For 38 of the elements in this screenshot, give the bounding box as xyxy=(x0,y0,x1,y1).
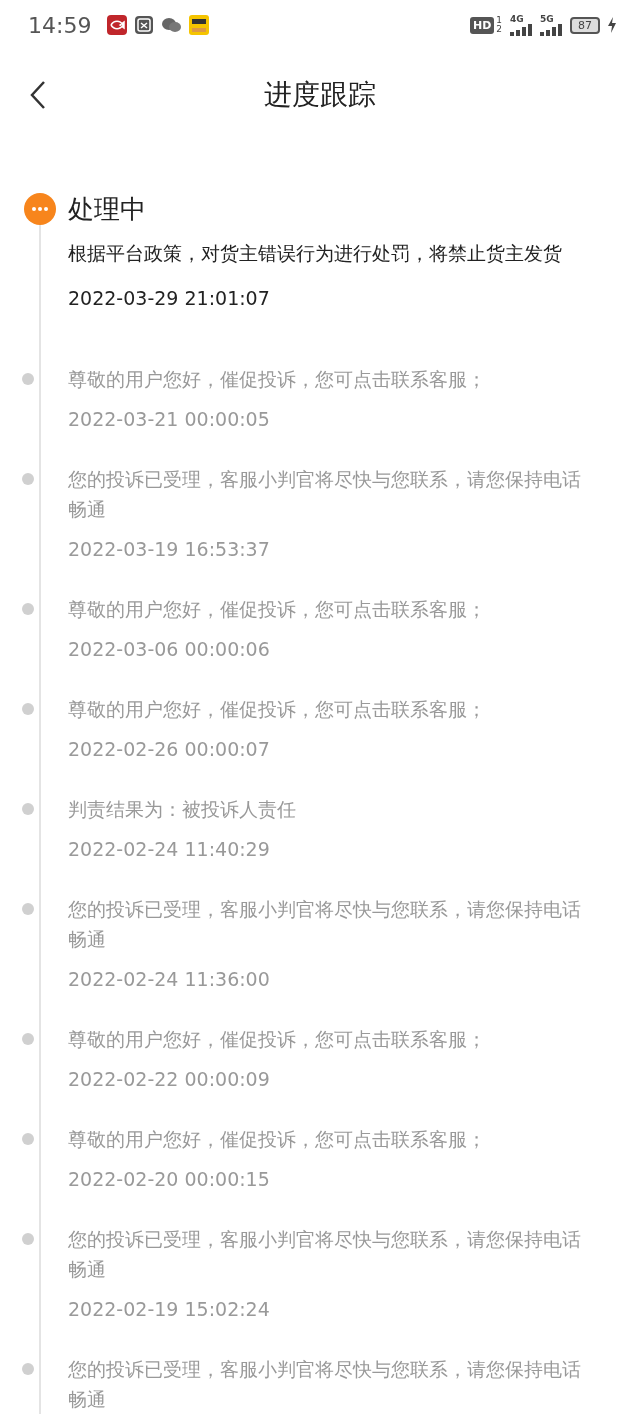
fish-app-icon xyxy=(107,15,128,35)
event-text: 根据平台政策，对货主错误行为进行处罚，将禁止货主发货 xyxy=(68,241,563,266)
event-text: 您的投诉已受理，客服小判官将尽快与您联系，请您保持电话畅通 xyxy=(68,897,582,952)
event-text: 您的投诉已受理，客服小判官将尽快与您联系，请您保持电话畅通 xyxy=(68,1227,582,1282)
sim-number: 2 xyxy=(496,25,502,34)
event-time: 2022-03-06 00:00:06 xyxy=(68,637,271,662)
hd-indicator: HD xyxy=(469,16,495,34)
chat-icon xyxy=(161,17,182,33)
battery-indicator: 87 xyxy=(570,16,600,34)
back-icon[interactable] xyxy=(30,80,46,110)
event-time: 2022-03-19 16:53:37 xyxy=(68,537,271,562)
signal-icon xyxy=(540,23,562,36)
event-time: 2022-02-26 00:00:07 xyxy=(68,737,271,762)
event-text: 尊敬的用户您好，催促投诉，您可点击联系客服； xyxy=(68,1027,487,1052)
event-time: 2022-02-20 00:00:15 xyxy=(68,1167,271,1192)
event-time: 2022-02-22 00:00:09 xyxy=(68,1067,271,1092)
event-text: 尊敬的用户您好，催促投诉，您可点击联系客服； xyxy=(68,367,487,392)
event-text: 您的投诉已受理，客服小判官将尽快与您联系，请您保持电话畅通 xyxy=(68,1357,582,1412)
status-time: 14:59 xyxy=(28,12,92,38)
app-icon xyxy=(189,15,210,35)
event-text: 您的投诉已受理，客服小判官将尽快与您联系，请您保持电话畅通 xyxy=(68,467,582,522)
sim-number: 1 xyxy=(496,16,502,25)
event-text: 判责结果为：被投诉人责任 xyxy=(68,797,297,822)
app-icon xyxy=(135,16,154,34)
signal-icon xyxy=(510,23,532,36)
network-type: 4G xyxy=(510,14,524,24)
page-title: 进度跟踪 xyxy=(264,77,376,113)
network-type: 5G xyxy=(540,14,554,24)
event-time: 2022-02-24 11:36:00 xyxy=(68,967,271,992)
event-time: 2022-02-19 15:02:24 xyxy=(68,1297,271,1322)
event-text: 尊敬的用户您好，催促投诉，您可点击联系客服； xyxy=(68,597,487,622)
charging-icon xyxy=(608,17,616,33)
status-title: 处理中 xyxy=(68,193,147,226)
event-time: 2022-03-29 21:01:07 xyxy=(68,286,271,311)
event-text: 尊敬的用户您好，催促投诉，您可点击联系客服； xyxy=(68,1127,487,1152)
event-time: 2022-02-24 11:40:29 xyxy=(68,837,271,862)
event-text: 尊敬的用户您好，催促投诉，您可点击联系客服； xyxy=(68,697,487,722)
event-time: 2022-03-21 00:00:05 xyxy=(68,407,271,432)
